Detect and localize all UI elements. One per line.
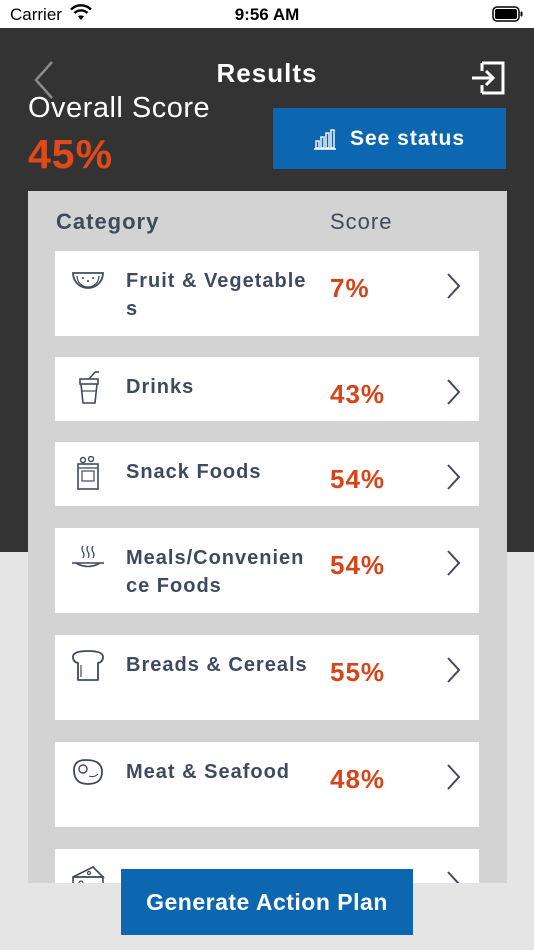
category-label: Meat & Seafood (126, 761, 291, 783)
category-score: 55% (330, 657, 386, 687)
generate-action-plan-button[interactable]: Generate Action Plan (121, 869, 413, 935)
category-label: Meals/Convenience Foods (126, 547, 305, 597)
chevron-right-icon (447, 464, 461, 490)
page-title: Results (216, 58, 318, 88)
bar-chart-icon (313, 128, 336, 150)
category-score: 54% (330, 550, 386, 580)
overall-score-label: Overall Score (28, 92, 211, 124)
status-bar: Carrier 9:56 AM (0, 0, 534, 28)
see-status-button[interactable]: See status (273, 108, 506, 169)
category-row-drinks[interactable]: Drinks 43% (55, 357, 479, 421)
overall-score-value: 45% (28, 131, 114, 177)
chevron-right-icon (447, 871, 460, 883)
category-row-meat-seafood[interactable]: Meat & Seafood 48% (55, 742, 479, 827)
logout-icon[interactable] (470, 60, 506, 96)
chevron-right-icon (447, 379, 461, 405)
battery-icon (492, 6, 523, 22)
category-row-fruit-vegetables[interactable]: Fruit & Vegetables 7% (55, 251, 479, 336)
steak-icon (73, 759, 103, 785)
hot-plate-icon (72, 545, 104, 568)
clock: 9:56 AM (234, 5, 300, 24)
category-score: 48% (330, 764, 386, 794)
category-label: Breads & Cereals (126, 654, 308, 676)
see-status-label: See status (349, 126, 466, 150)
snack-jar-icon (77, 456, 99, 490)
chevron-right-icon (447, 273, 461, 299)
chevron-right-icon (447, 550, 461, 576)
category-score: 43% (330, 379, 386, 409)
drink-cup-icon (79, 371, 99, 404)
category-row-snack-foods[interactable]: Snack Foods 54% (55, 442, 479, 506)
category-label: Drinks (126, 376, 195, 398)
category-score: 54% (330, 464, 386, 494)
category-row-meals-convenience-foods[interactable]: Meals/Convenience Foods 54% (55, 528, 479, 613)
category-label: Fruit & Vegetables (126, 270, 307, 320)
category-column-header: Category (56, 209, 160, 234)
category-score: 7% (330, 273, 370, 303)
score-column-header: Score (330, 209, 393, 234)
chevron-right-icon (447, 764, 461, 790)
chevron-right-icon (447, 657, 461, 683)
results-panel: Category Score Fruit & Vegetables 7% Dri… (28, 191, 507, 883)
bread-icon (72, 650, 104, 681)
watermelon-icon (72, 272, 104, 289)
category-label: Snack Foods (126, 461, 262, 483)
category-row-breads-cereals[interactable]: Breads & Cereals 55% (55, 635, 479, 720)
cheese-icon (72, 866, 105, 883)
